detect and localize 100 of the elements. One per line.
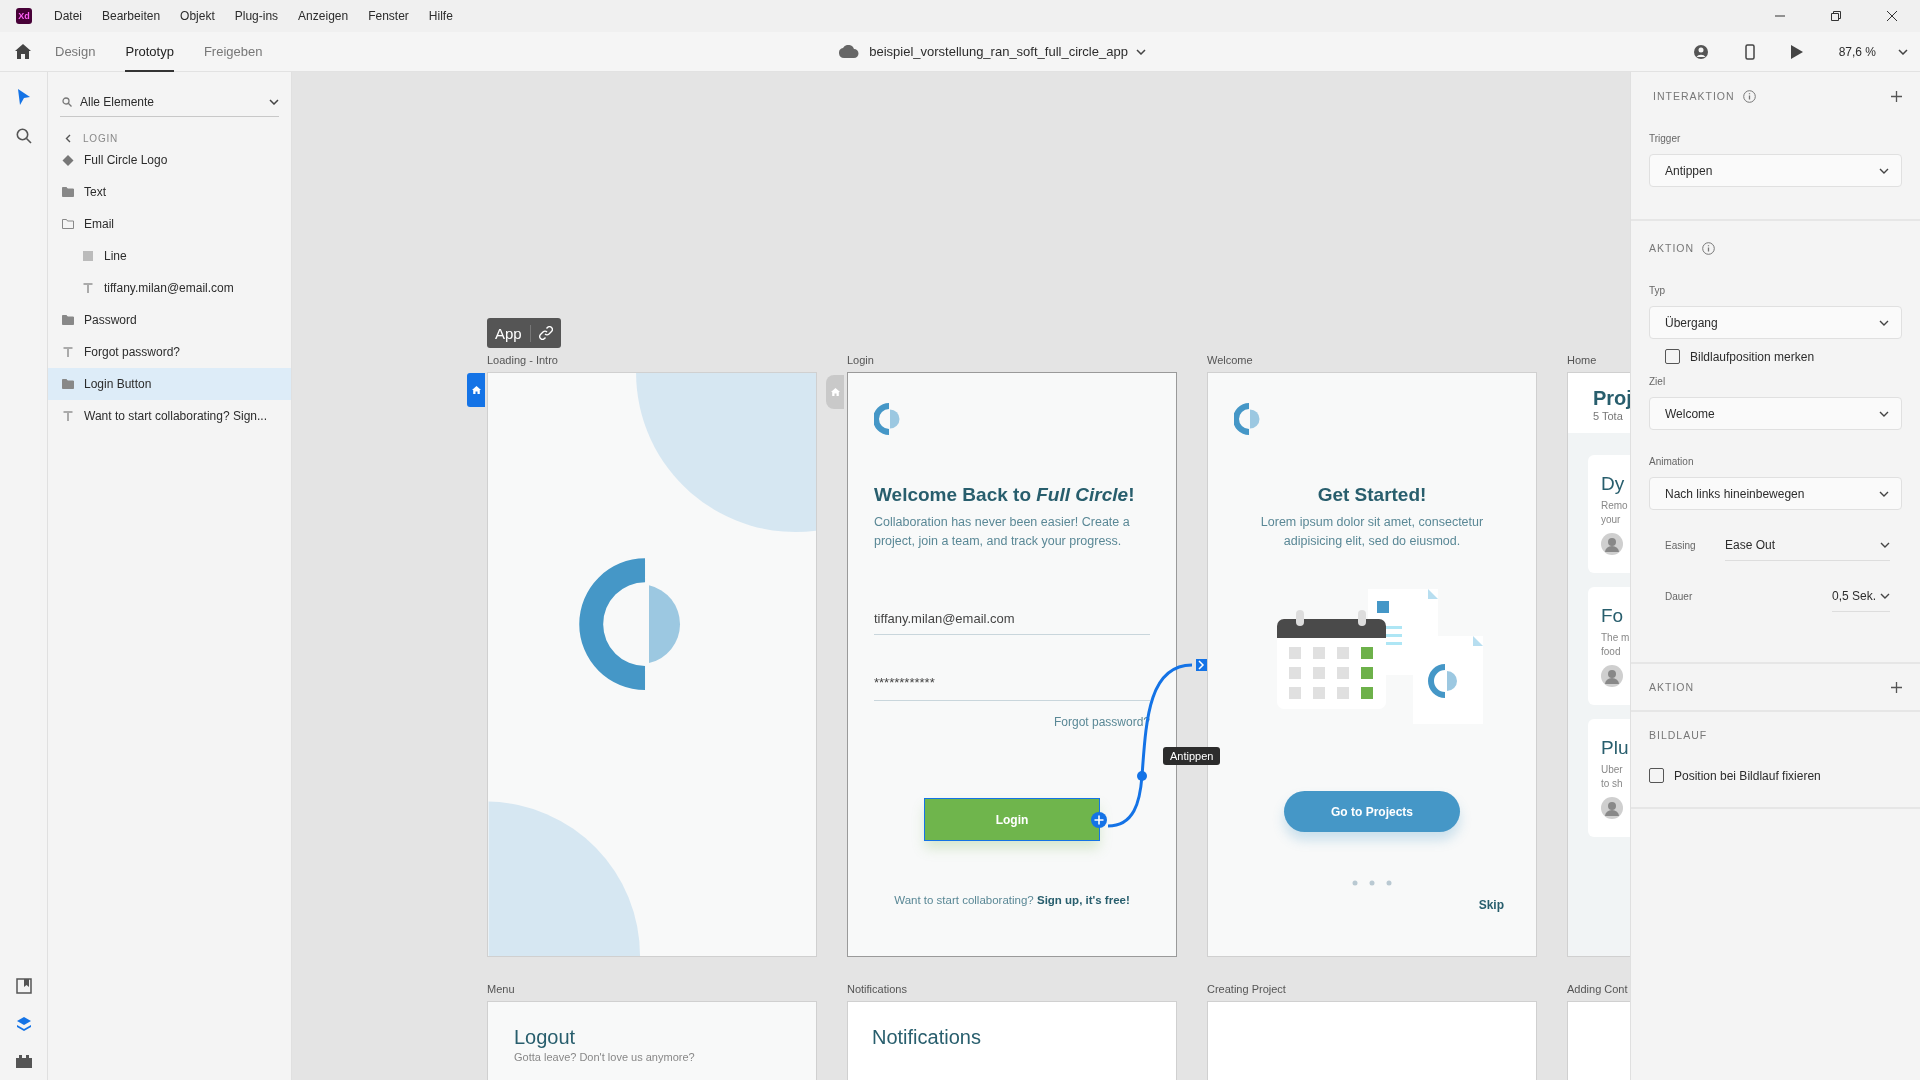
play-icon[interactable]: [1790, 44, 1803, 59]
artboard-label[interactable]: Creating Project: [1207, 983, 1537, 997]
text-icon: [62, 347, 74, 357]
dropdown[interactable]: Ease Out: [1725, 538, 1890, 561]
layer-item[interactable]: Full Circle Logo: [48, 144, 291, 176]
caret-icon: [1879, 167, 1889, 174]
cloud-icon: [839, 45, 860, 58]
artboard-label[interactable]: Loading - Intro: [487, 354, 817, 368]
dropdown[interactable]: Nach links hineinbewegen: [1649, 477, 1902, 510]
text-icon: [82, 283, 94, 293]
dropdown[interactable]: Übergang: [1649, 306, 1902, 339]
menu-item[interactable]: Objekt: [180, 9, 215, 23]
dropdown[interactable]: Antippen: [1649, 154, 1902, 187]
avatar-icon: [1601, 665, 1623, 687]
add-interaction-icon[interactable]: [1091, 812, 1107, 828]
home-marker-icon[interactable]: [467, 373, 485, 407]
layer-item[interactable]: tiffany.milan@email.com: [48, 272, 291, 304]
search-icon[interactable]: [15, 128, 32, 144]
symbol-icon: [62, 154, 74, 166]
menu-item[interactable]: Bearbeiten: [102, 9, 161, 23]
mode-tab[interactable]: Design: [55, 31, 96, 72]
section-title: BILDLAUF: [1649, 729, 1708, 741]
back-icon[interactable]: [65, 134, 71, 143]
login-description: Collaboration has never been easier! Create a project, join a team, and track your progress.: [874, 514, 1131, 550]
layer-item[interactable]: Line: [48, 240, 291, 272]
page-indicator: [1352, 880, 1392, 886]
artboard-label[interactable]: Notifications: [847, 983, 1177, 997]
plugins-icon[interactable]: [15, 1054, 32, 1068]
caret-icon: [1880, 593, 1890, 599]
text-icon: [62, 411, 74, 421]
menu-item[interactable]: Fenster: [368, 9, 409, 23]
document-title[interactable]: beispiel_vorstellung_ran_soft_full_circle_app: [869, 44, 1128, 59]
caret-icon: [1879, 410, 1889, 417]
section-title: AKTION: [1649, 681, 1695, 693]
mode-tab[interactable]: Freigeben: [203, 31, 263, 72]
dropdown[interactable]: 0,5 Sek.: [1832, 589, 1890, 612]
caret-icon: [269, 99, 279, 105]
select-tool-icon[interactable]: [16, 88, 31, 106]
layer-filter-dropdown[interactable]: Alle Elemente: [60, 88, 279, 117]
email-field[interactable]: tiffany.milan@email.com: [874, 603, 1150, 635]
notifications-heading: Notifications: [872, 1026, 982, 1049]
menu-subtitle: Gotta leave? Don't love us anymore?: [514, 1051, 696, 1063]
skip-link[interactable]: Skip: [1478, 898, 1504, 912]
layer-item[interactable]: Login Button: [48, 368, 291, 400]
artboard-label[interactable]: Adding Cont: [1567, 983, 1630, 997]
field-label: Dauer: [1665, 590, 1694, 602]
home-marker-icon[interactable]: [826, 375, 844, 409]
phone-icon[interactable]: [1744, 43, 1755, 60]
field-label: Easing: [1665, 539, 1697, 551]
artboard-label[interactable]: Welcome: [1207, 354, 1537, 368]
add-icon[interactable]: [1891, 90, 1902, 102]
restore-icon[interactable]: [1831, 11, 1841, 21]
menu-item[interactable]: Plug-ins: [234, 9, 279, 23]
caret-icon: [1879, 319, 1889, 326]
project-card[interactable]: Fo The m food: [1588, 587, 1630, 705]
user-icon[interactable]: [1692, 43, 1709, 60]
layers-icon[interactable]: [15, 1016, 32, 1032]
layer-item[interactable]: Want to start collaborating? Sign...: [48, 400, 291, 432]
flow-start-badge[interactable]: App: [487, 318, 561, 348]
layer-item[interactable]: Email: [48, 208, 291, 240]
page-title: Proj: [1593, 387, 1630, 410]
dropdown[interactable]: Welcome: [1649, 397, 1902, 430]
project-count: 5 Tota: [1593, 410, 1624, 422]
home-icon[interactable]: [15, 44, 31, 59]
assets-icon[interactable]: [15, 978, 32, 994]
section-title: AKTION: [1649, 242, 1695, 254]
welcome-description: Lorem ipsum dolor sit amet, consectetur adipisicing elit, sed do eiusmod.: [1259, 514, 1485, 550]
layer-item[interactable]: Password: [48, 304, 291, 336]
project-card[interactable]: Plu Uber to sh: [1588, 719, 1630, 837]
info-icon[interactable]: [1702, 241, 1716, 255]
artboard-label[interactable]: Home: [1567, 354, 1630, 368]
field-label: Trigger: [1649, 133, 1682, 144]
logo-icon: [579, 558, 680, 690]
field-label: Ziel: [1649, 376, 1667, 387]
checkbox[interactable]: [1665, 349, 1680, 364]
avatar-icon: [1601, 533, 1623, 555]
checkbox[interactable]: [1649, 768, 1664, 783]
field-label: Typ: [1649, 285, 1667, 296]
caret-icon: [1879, 490, 1889, 497]
close-icon[interactable]: [1887, 11, 1897, 21]
checkbox-label: Bildlaufposition merken: [1690, 349, 1815, 364]
project-card[interactable]: Dy Remo your: [1588, 455, 1630, 573]
zoom-level[interactable]: 87,6 %: [1838, 44, 1876, 59]
artboard-label[interactable]: Menu: [487, 983, 817, 997]
checkbox-label: Position bei Bildlauf fixieren: [1674, 768, 1821, 783]
artboard-label[interactable]: Login: [847, 354, 1177, 368]
caret-icon[interactable]: [1135, 48, 1146, 55]
menu-item[interactable]: Datei: [54, 9, 82, 23]
welcome-heading: Get Started!: [1316, 483, 1428, 507]
caret-icon[interactable]: [1898, 48, 1908, 55]
search-icon: [62, 97, 72, 107]
info-icon[interactable]: [1742, 89, 1756, 103]
menu-item[interactable]: Hilfe: [428, 9, 453, 23]
add-icon[interactable]: [1891, 681, 1902, 693]
link-icon[interactable]: [538, 326, 553, 340]
password-field[interactable]: ************: [874, 665, 1150, 701]
layer-item[interactable]: Text: [48, 176, 291, 208]
layer-item[interactable]: Forgot password?: [48, 336, 291, 368]
trigger-tooltip: Antippen: [1163, 747, 1221, 765]
menu-item[interactable]: Anzeigen: [298, 9, 349, 23]
